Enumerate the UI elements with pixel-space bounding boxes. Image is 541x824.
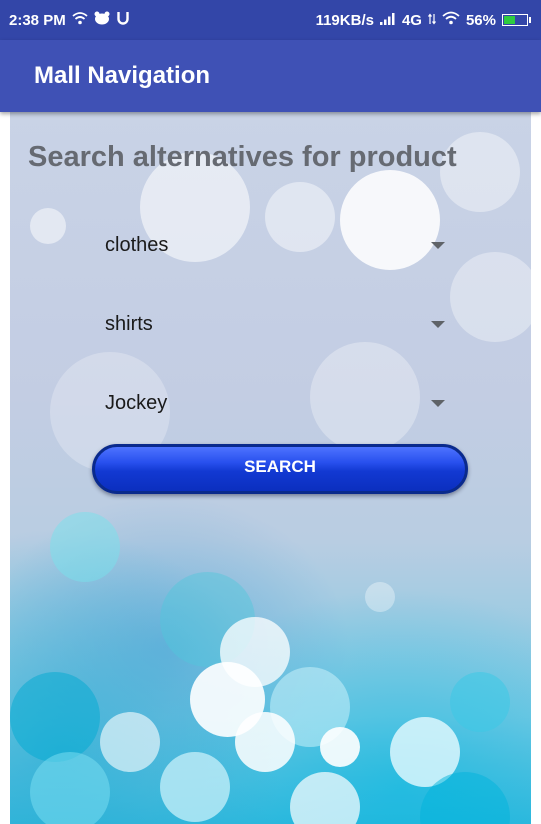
subcategory-dropdown[interactable]: shirts (105, 305, 445, 345)
wifi-hotspot-icon (72, 11, 88, 29)
status-bar-left: 2:38 PM (9, 11, 130, 29)
dropdown-arrow-icon (431, 400, 445, 407)
network-speed: 119KB/s (315, 11, 374, 29)
brand-dropdown[interactable]: Jockey (105, 384, 445, 424)
category-dropdown[interactable]: clothes (105, 226, 445, 266)
app-title: Mall Navigation (34, 62, 211, 89)
status-bar: 2:38 PM 119KB/s 4G 56% (0, 0, 541, 40)
wifi-icon (442, 11, 460, 29)
brand-dropdown-value: Jockey (105, 392, 168, 414)
app-bar: Mall Navigation (0, 40, 541, 112)
u-icon (116, 11, 130, 29)
notification-icon (94, 11, 110, 29)
subcategory-dropdown-value: shirts (105, 313, 153, 335)
status-bar-right: 119KB/s 4G 56% (316, 11, 531, 29)
dropdown-arrow-icon (431, 321, 445, 328)
search-button[interactable]: SEARCH (92, 444, 468, 494)
main-content: Search alternatives for product clothes … (10, 112, 531, 824)
dropdown-arrow-icon (431, 242, 445, 249)
page-title: Search alternatives for product (28, 141, 457, 173)
battery-icon (502, 14, 531, 26)
data-arrows-icon (427, 12, 436, 29)
category-dropdown-value: clothes (105, 234, 169, 256)
battery-percentage: 56% (465, 11, 496, 29)
network-type: 4G (401, 11, 422, 29)
signal-icon (379, 12, 396, 29)
status-time: 2:38 PM (9, 11, 66, 29)
